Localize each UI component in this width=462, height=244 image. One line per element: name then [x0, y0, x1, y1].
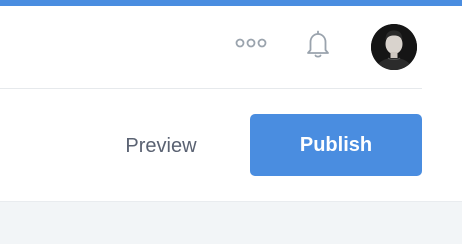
notifications-button[interactable]	[300, 28, 336, 64]
header-divider	[0, 88, 422, 89]
more-options-button[interactable]	[231, 32, 271, 56]
user-avatar[interactable]	[371, 24, 417, 70]
avatar-image	[371, 24, 417, 70]
app-frame: Preview Publish	[0, 0, 462, 244]
publish-button[interactable]: Publish	[250, 114, 422, 176]
more-horizontal-icon	[235, 35, 267, 53]
preview-button[interactable]: Preview	[112, 118, 210, 174]
content-area	[0, 202, 462, 244]
bell-icon	[305, 29, 331, 64]
